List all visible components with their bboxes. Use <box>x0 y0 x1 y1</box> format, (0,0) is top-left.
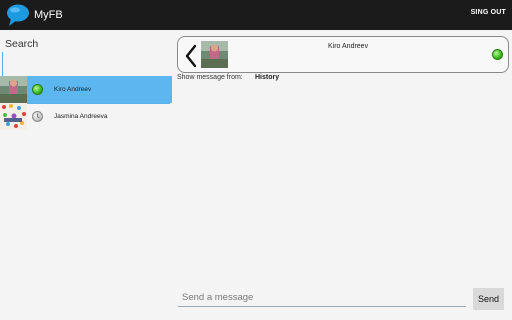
search-label: Search <box>5 38 39 50</box>
back-button[interactable] <box>183 43 199 69</box>
contact-name: Jasmina Andreeva <box>54 113 108 120</box>
history-link[interactable]: History <box>255 74 279 81</box>
send-button[interactable]: Send <box>473 288 504 310</box>
away-status-icon <box>32 111 43 122</box>
contact-name: Kiro Andreev <box>54 86 92 93</box>
contact-item-jasmina-andreeva[interactable]: Jasmina Andreeva <box>0 103 172 130</box>
sign-out-button[interactable]: SING OUT <box>471 9 506 16</box>
online-status-icon <box>492 49 503 60</box>
show-message-from-label: Show message from: <box>177 74 243 81</box>
message-input[interactable] <box>178 289 466 307</box>
action-bar: MyFB SING OUT <box>0 0 512 30</box>
avatar <box>0 76 27 103</box>
chat-bubble-icon <box>6 3 32 27</box>
chat-contact-name: Kiro Andreev <box>328 43 369 50</box>
avatar <box>201 41 228 68</box>
app-title: MyFB <box>34 9 63 21</box>
contact-item-kiro-andreev[interactable]: Kiro Andreev <box>0 76 172 103</box>
contacts-sidebar: Search Kiro Andreev Jasmina Andreeva <box>0 30 172 320</box>
avatar <box>0 103 27 130</box>
online-status-icon <box>32 84 43 95</box>
chat-header: Kiro Andreev <box>177 36 509 73</box>
chevron-left-icon <box>185 44 197 68</box>
